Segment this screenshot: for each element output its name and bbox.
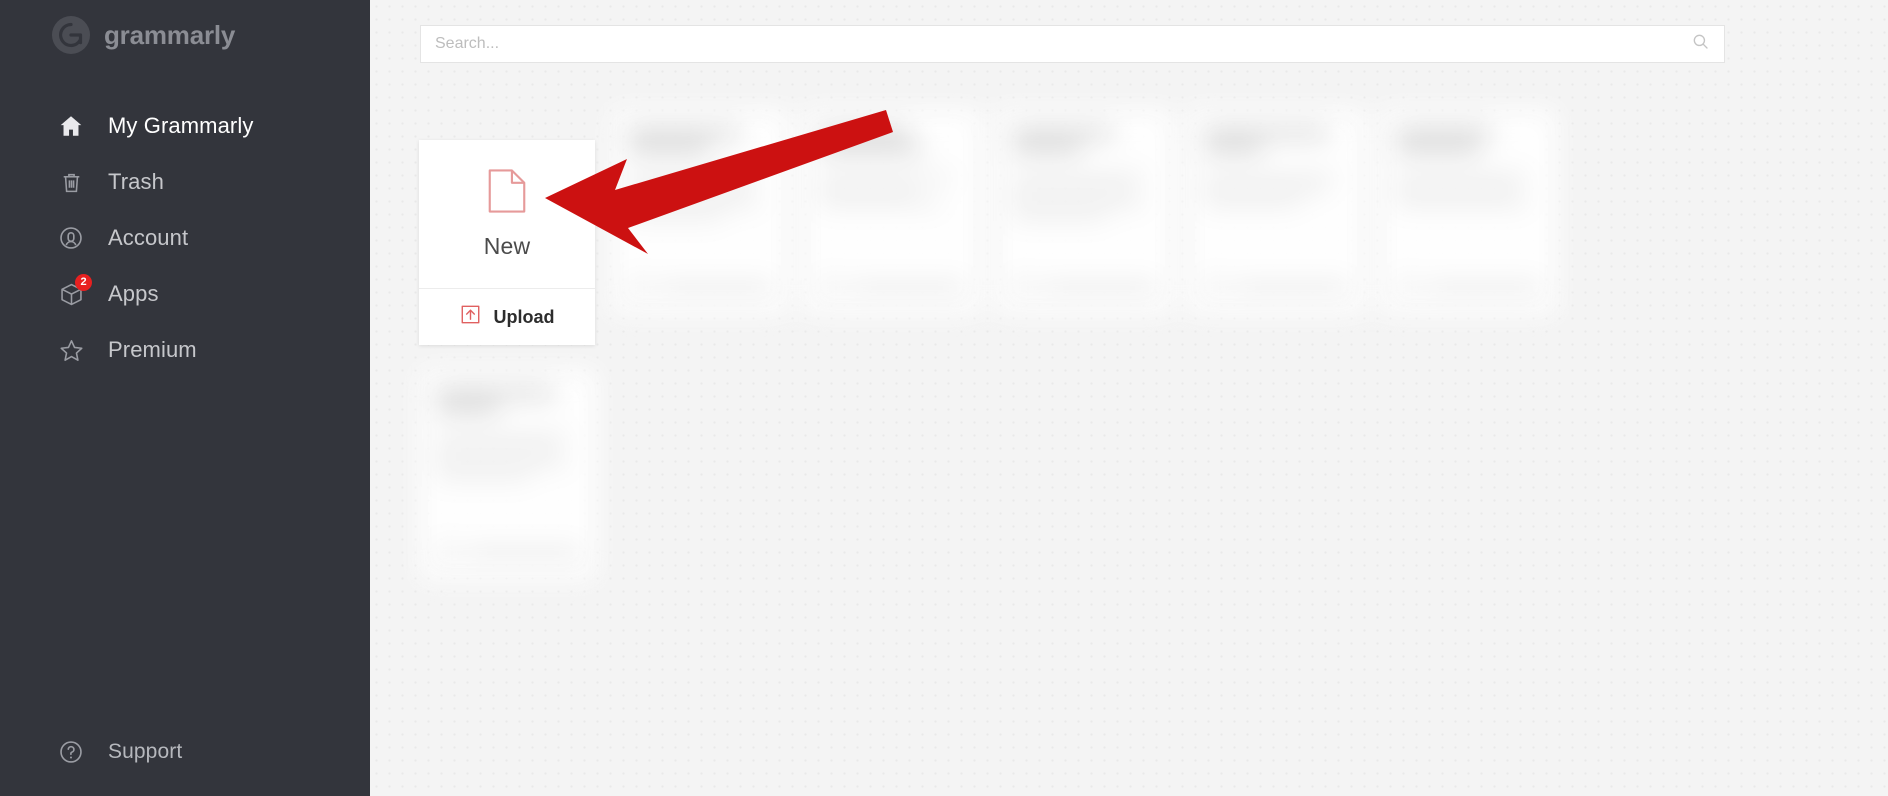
trash-icon <box>56 167 86 197</box>
sidebar: grammarly My Grammarly Trash Account 2 A… <box>0 0 370 796</box>
star-icon <box>56 335 86 365</box>
new-document-button[interactable]: New <box>419 140 595 288</box>
document-row <box>420 370 1820 580</box>
sidebar-item-label: Support <box>108 740 183 763</box>
account-icon <box>56 223 86 253</box>
sidebar-item-label: Account <box>108 225 189 250</box>
new-label: New <box>483 233 531 259</box>
sidebar-item-label: Trash <box>108 169 164 194</box>
document-grid <box>420 110 1820 635</box>
grammarly-g-logo-icon <box>52 16 90 54</box>
new-document-card: New Upload <box>419 140 595 345</box>
sidebar-item-label: Apps <box>108 281 159 306</box>
search-icon[interactable] <box>1691 32 1710 56</box>
help-circle-icon <box>56 737 86 767</box>
search-bar[interactable] <box>420 25 1725 63</box>
apps-box-icon: 2 <box>56 274 92 309</box>
document-card[interactable] <box>996 110 1172 315</box>
home-icon <box>56 111 86 141</box>
sidebar-item-premium[interactable]: Premium <box>0 322 370 378</box>
sidebar-nav: My Grammarly Trash Account 2 Apps Premiu… <box>0 98 370 378</box>
sidebar-item-account[interactable]: Account <box>0 210 370 266</box>
sidebar-item-label: My Grammarly <box>108 113 254 138</box>
document-card[interactable] <box>612 110 788 315</box>
upload-button[interactable]: Upload <box>419 289 595 345</box>
upload-arrow-icon <box>460 304 481 330</box>
sidebar-item-label: Premium <box>108 337 197 362</box>
upload-label: Upload <box>493 306 555 327</box>
document-card[interactable] <box>804 110 980 315</box>
sidebar-item-apps[interactable]: 2 Apps <box>0 266 370 322</box>
document-card[interactable] <box>1380 110 1556 315</box>
main-content: New Upload <box>370 0 1888 796</box>
apps-notification-badge: 2 <box>75 274 92 291</box>
document-row <box>420 110 1820 315</box>
sidebar-bottom-nav: Support <box>0 724 370 780</box>
document-page-icon <box>487 168 527 219</box>
search-input[interactable] <box>435 26 1691 62</box>
sidebar-item-my-grammarly[interactable]: My Grammarly <box>0 98 370 154</box>
document-card[interactable] <box>1188 110 1364 315</box>
brand-name: grammarly <box>104 20 236 50</box>
document-card[interactable] <box>420 370 596 580</box>
brand-logo[interactable]: grammarly <box>52 16 235 54</box>
sidebar-item-support[interactable]: Support <box>0 724 370 780</box>
grammarly-app-window: grammarly My Grammarly Trash Account 2 A… <box>0 0 1888 796</box>
sidebar-item-trash[interactable]: Trash <box>0 154 370 210</box>
